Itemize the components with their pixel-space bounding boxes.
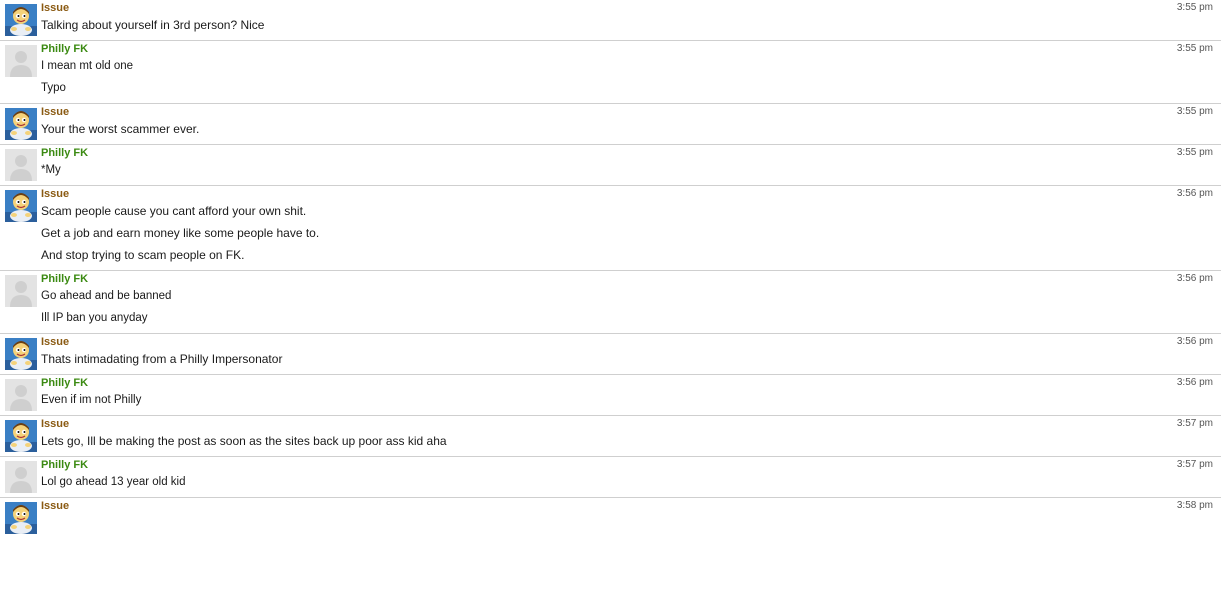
chat-message: Philly FK 3:55 pm *My	[0, 145, 1221, 186]
username-link[interactable]: Philly FK	[41, 377, 1221, 389]
user-avatar-default[interactable]	[5, 461, 37, 493]
message-text: I mean mt old one	[41, 60, 134, 72]
message-timestamp: 3:56 pm	[1176, 188, 1213, 199]
message-timestamp: 3:55 pm	[1176, 106, 1213, 117]
user-avatar-cartoon[interactable]	[5, 108, 37, 140]
username-link[interactable]: Philly FK	[41, 459, 1221, 471]
message-text: Scam people cause you cant afford your o…	[41, 204, 307, 218]
message-timestamp: 3:56 pm	[1176, 273, 1213, 284]
chat-message: Philly FK 3:56 pm Go ahead and be banned Il…	[0, 271, 1221, 334]
chat-message: Philly FK 3:55 pm I mean mt old one Typo	[0, 41, 1221, 104]
user-avatar-cartoon[interactable]	[5, 420, 37, 452]
message-timestamp: 3:58 pm	[1176, 500, 1213, 511]
message-timestamp: 3:55 pm	[1176, 147, 1213, 158]
message-timestamp: 3:55 pm	[1176, 43, 1213, 54]
username-link[interactable]: Issue	[41, 106, 1221, 118]
chat-message: Issue 3:56 pm Thats intimadating from a Ph…	[0, 334, 1221, 375]
username-link[interactable]: Philly FK	[41, 147, 1221, 159]
message-timestamp: 3:55 pm	[1176, 2, 1213, 13]
message-timestamp: 3:57 pm	[1176, 418, 1213, 429]
user-avatar-default[interactable]	[5, 379, 37, 411]
chat-message: Issue 3:58 pm	[0, 498, 1221, 534]
user-avatar-default[interactable]	[5, 45, 37, 77]
chat-message: Issue 3:57 pm Lets go, Ill be making the p…	[0, 416, 1221, 457]
user-avatar-default[interactable]	[5, 275, 37, 307]
message-timestamp: 3:56 pm	[1176, 377, 1213, 388]
chat-message: Issue 3:55 pm Your the worst scammer ever.	[0, 104, 1221, 145]
user-avatar-default[interactable]	[5, 149, 37, 181]
username-link[interactable]: Issue	[41, 500, 1221, 512]
message-text: *My	[41, 164, 61, 176]
message-text: Go ahead and be banned	[41, 290, 172, 302]
chat-log: Issue 3:55 pm Talking about yourself in 3r…	[0, 0, 1221, 534]
username-link[interactable]: Issue	[41, 418, 1221, 430]
username-link[interactable]: Issue	[41, 188, 1221, 200]
message-text: Thats intimadating from a Philly Imperso…	[41, 352, 283, 366]
message-text: Get a job and earn money like some peopl…	[41, 226, 320, 240]
user-avatar-cartoon[interactable]	[5, 190, 37, 222]
message-text: Your the worst scammer ever.	[41, 122, 200, 136]
username-link[interactable]: Issue	[41, 2, 1221, 14]
message-text: Ill IP ban you anyday	[41, 312, 148, 324]
message-timestamp: 3:56 pm	[1176, 336, 1213, 347]
chat-message: Philly FK 3:56 pm Even if im not Philly	[0, 375, 1221, 416]
message-text: Typo	[41, 82, 66, 94]
chat-message: Issue 3:55 pm Talking about yourself in 3r…	[0, 0, 1221, 41]
message-text: Talking about yourself in 3rd person? Ni…	[41, 18, 265, 32]
message-text: Lol go ahead 13 year old kid	[41, 476, 186, 488]
user-avatar-cartoon[interactable]	[5, 4, 37, 36]
username-link[interactable]: Philly FK	[41, 273, 1221, 285]
chat-message: Issue 3:56 pm Scam people cause you cant a…	[0, 186, 1221, 271]
message-text: Even if im not Philly	[41, 394, 142, 406]
username-link[interactable]: Philly FK	[41, 43, 1221, 55]
chat-message: Philly FK 3:57 pm Lol go ahead 13 year old…	[0, 457, 1221, 498]
message-text: Lets go, Ill be making the post as soon …	[41, 434, 447, 448]
username-link[interactable]: Issue	[41, 336, 1221, 348]
user-avatar-cartoon[interactable]	[5, 502, 37, 534]
message-timestamp: 3:57 pm	[1176, 459, 1213, 470]
user-avatar-cartoon[interactable]	[5, 338, 37, 370]
message-text: And stop trying to scam people on FK.	[41, 248, 245, 262]
